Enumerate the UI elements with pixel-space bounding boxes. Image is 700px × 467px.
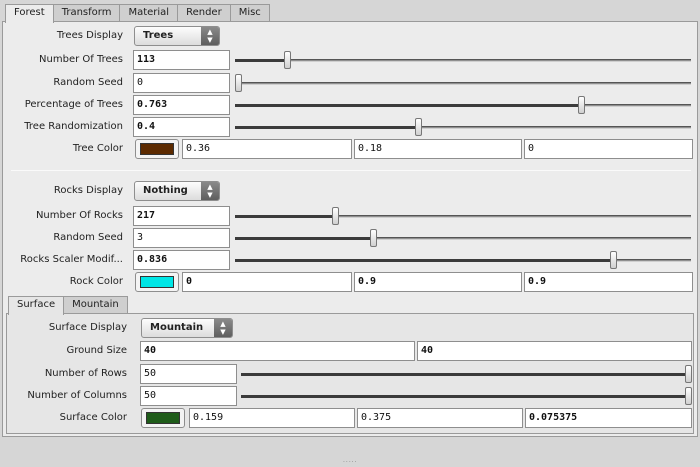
rock-color-swatch xyxy=(140,276,174,288)
slider-thumb[interactable] xyxy=(332,207,339,225)
number-of-rows-input[interactable]: 50 xyxy=(140,364,237,384)
rock-random-seed-input[interactable]: 3 xyxy=(133,228,230,248)
surface-display-dropdown[interactable]: Mountain ▲ ▼ xyxy=(141,318,233,338)
tree-randomization-slider[interactable] xyxy=(235,117,691,137)
percentage-of-trees-slider[interactable] xyxy=(235,95,691,115)
surface-color-swatch-button[interactable] xyxy=(141,408,185,428)
rock-random-seed-slider[interactable] xyxy=(235,228,691,248)
number-of-trees-input[interactable]: 113 xyxy=(133,50,230,70)
subtab-surface[interactable]: Surface xyxy=(8,296,65,315)
number-of-columns-slider[interactable] xyxy=(241,386,692,406)
surface-tab-bar: Surface Mountain xyxy=(8,296,128,315)
main-tab-bar: Forest Transform Material Render Misc xyxy=(5,4,270,23)
number-of-rocks-slider[interactable] xyxy=(235,206,691,226)
tab-forest[interactable]: Forest xyxy=(5,4,54,23)
percentage-of-trees-label: Percentage of Trees xyxy=(24,99,123,110)
surface-color-b-input[interactable]: 0.075375 xyxy=(525,408,692,428)
rock-color-swatch-button[interactable] xyxy=(135,272,179,292)
rock-color-label: Rock Color xyxy=(69,276,123,287)
rock-color-b-input[interactable]: 0.9 xyxy=(524,272,693,292)
slider-thumb[interactable] xyxy=(415,118,422,136)
slider-thumb[interactable] xyxy=(578,96,585,114)
surface-color-g-input[interactable]: 0.375 xyxy=(357,408,523,428)
ground-size-label: Ground Size xyxy=(66,345,128,356)
tab-render[interactable]: Render xyxy=(177,4,231,22)
tree-randomization-input[interactable]: 0.4 xyxy=(133,117,230,137)
section-divider xyxy=(11,170,691,171)
tab-transform[interactable]: Transform xyxy=(52,4,121,22)
number-of-trees-slider[interactable] xyxy=(235,50,691,70)
surface-panel: Surface Display Mountain ▲ ▼ Ground Size … xyxy=(6,313,694,434)
rocks-display-label: Rocks Display xyxy=(53,185,123,196)
trees-display-value: Trees xyxy=(143,30,174,41)
tree-color-swatch xyxy=(140,143,174,155)
tree-color-swatch-button[interactable] xyxy=(135,139,179,159)
rocks-scaler-input[interactable]: 0.836 xyxy=(133,250,230,270)
tree-color-b-input[interactable]: 0 xyxy=(524,139,693,159)
number-of-rocks-label: Number Of Rocks xyxy=(35,210,123,221)
percentage-of-trees-input[interactable]: 0.763 xyxy=(133,95,230,115)
number-of-columns-input[interactable]: 50 xyxy=(140,386,237,406)
surface-display-label: Surface Display xyxy=(48,322,127,333)
number-of-rows-slider[interactable] xyxy=(241,364,692,384)
slider-thumb[interactable] xyxy=(685,387,692,405)
number-of-trees-label: Number Of Trees xyxy=(39,54,123,65)
tree-color-g-input[interactable]: 0.18 xyxy=(354,139,522,159)
resize-grip-icon[interactable]: ····· xyxy=(343,459,358,466)
rocks-display-dropdown[interactable]: Nothing ▲ ▼ xyxy=(134,181,220,201)
rock-random-seed-label: Random Seed xyxy=(53,232,123,243)
slider-thumb[interactable] xyxy=(685,365,692,383)
trees-display-dropdown[interactable]: Trees ▲ ▼ xyxy=(134,26,220,46)
updown-arrows-icon: ▲ ▼ xyxy=(201,182,219,200)
tree-random-seed-slider[interactable] xyxy=(235,73,691,93)
rocks-scaler-slider[interactable] xyxy=(235,250,691,270)
rock-color-r-input[interactable]: 0 xyxy=(182,272,352,292)
updown-arrows-icon: ▲ ▼ xyxy=(201,27,219,45)
slider-thumb[interactable] xyxy=(610,251,617,269)
number-of-rocks-input[interactable]: 217 xyxy=(133,206,230,226)
surface-display-value: Mountain xyxy=(150,322,204,333)
slider-thumb[interactable] xyxy=(235,74,242,92)
slider-thumb[interactable] xyxy=(370,229,377,247)
tab-misc[interactable]: Misc xyxy=(229,4,270,22)
surface-color-r-input[interactable]: 0.159 xyxy=(189,408,355,428)
rocks-display-value: Nothing xyxy=(143,185,188,196)
tree-random-seed-input[interactable]: 0 xyxy=(133,73,230,93)
rocks-scaler-label: Rocks Scaler Modif... xyxy=(20,254,123,265)
number-of-rows-label: Number of Rows xyxy=(44,368,127,379)
trees-display-label: Trees Display xyxy=(56,30,123,41)
surface-color-label: Surface Color xyxy=(59,412,127,423)
tab-material[interactable]: Material xyxy=(119,4,179,22)
subtab-mountain[interactable]: Mountain xyxy=(63,296,128,314)
updown-arrows-icon: ▲ ▼ xyxy=(214,319,232,337)
ground-size-y-input[interactable]: 40 xyxy=(417,341,692,361)
ground-size-x-input[interactable]: 40 xyxy=(140,341,415,361)
tree-randomization-label: Tree Randomization xyxy=(24,121,123,132)
number-of-columns-label: Number of Columns xyxy=(27,390,127,401)
surface-color-swatch xyxy=(146,412,180,424)
tree-color-label: Tree Color xyxy=(72,143,123,154)
forest-panel: Trees Display Trees ▲ ▼ Number Of Trees 1… xyxy=(2,21,698,437)
rock-color-g-input[interactable]: 0.9 xyxy=(354,272,522,292)
tree-color-r-input[interactable]: 0.36 xyxy=(182,139,352,159)
tree-random-seed-label: Random Seed xyxy=(53,77,123,88)
slider-thumb[interactable] xyxy=(284,51,291,69)
